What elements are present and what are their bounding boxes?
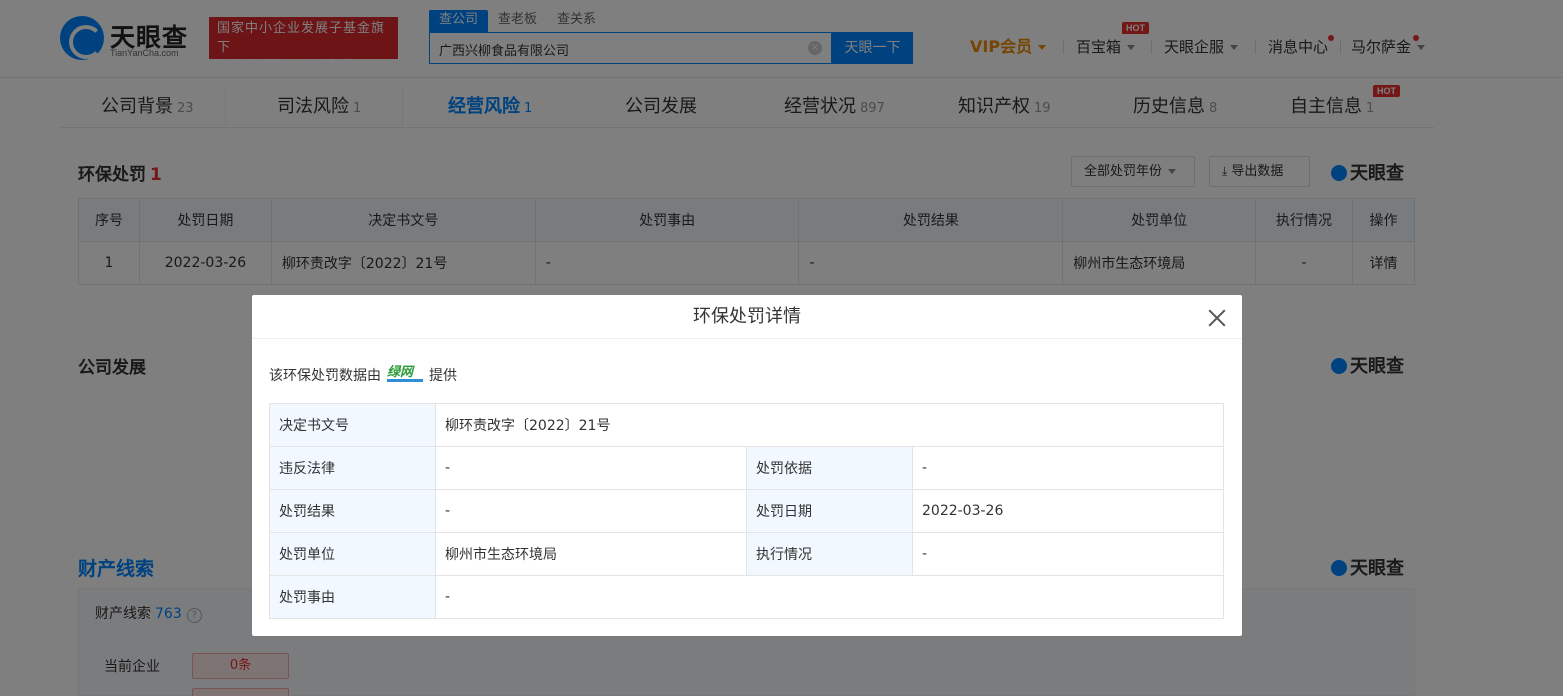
detail-row: 处罚单位 柳州市生态环境局 执行情况 - <box>269 532 1224 576</box>
field-label: 执行情况 <box>746 532 913 576</box>
lvwang-logo-icon: 绿网 <box>387 366 423 384</box>
penalty-detail-table: 决定书文号 柳环责改字〔2022〕21号 违反法律 - 处罚依据 - 处罚结果 … <box>269 403 1224 619</box>
field-value-law: - <box>435 446 747 490</box>
field-label: 处罚单位 <box>269 532 436 576</box>
field-label: 处罚事由 <box>269 575 436 619</box>
field-value-exec: - <box>912 532 1224 576</box>
close-icon[interactable] <box>1207 308 1227 328</box>
env-penalty-detail-modal: 环保处罚详情 该环保处罚数据由 绿网 提供 决定书文号 柳环责改字〔2022〕2… <box>252 295 1242 636</box>
field-value-reason: - <box>435 575 1224 619</box>
data-source-line: 该环保处罚数据由 绿网 提供 <box>269 365 457 385</box>
field-value-result: - <box>435 489 747 533</box>
source-logo-bar <box>387 379 423 382</box>
field-label: 处罚依据 <box>746 446 913 490</box>
detail-row: 处罚事由 - <box>269 575 1224 619</box>
detail-row: 处罚结果 - 处罚日期 2022-03-26 <box>269 489 1224 533</box>
modal-title: 环保处罚详情 <box>252 295 1242 339</box>
field-label: 违反法律 <box>269 446 436 490</box>
field-label: 处罚结果 <box>269 489 436 533</box>
detail-row: 违反法律 - 处罚依据 - <box>269 446 1224 490</box>
field-label: 决定书文号 <box>269 403 436 447</box>
field-value-unit: 柳州市生态环境局 <box>435 532 747 576</box>
field-value-basis: - <box>912 446 1224 490</box>
source-suffix: 提供 <box>429 368 457 384</box>
detail-row: 决定书文号 柳环责改字〔2022〕21号 <box>269 403 1224 447</box>
field-label: 处罚日期 <box>746 489 913 533</box>
field-value-doc-no: 柳环责改字〔2022〕21号 <box>435 403 1224 447</box>
field-value-date: 2022-03-26 <box>912 489 1224 533</box>
source-prefix: 该环保处罚数据由 <box>269 368 381 384</box>
source-logo-text: 绿网 <box>387 365 414 380</box>
